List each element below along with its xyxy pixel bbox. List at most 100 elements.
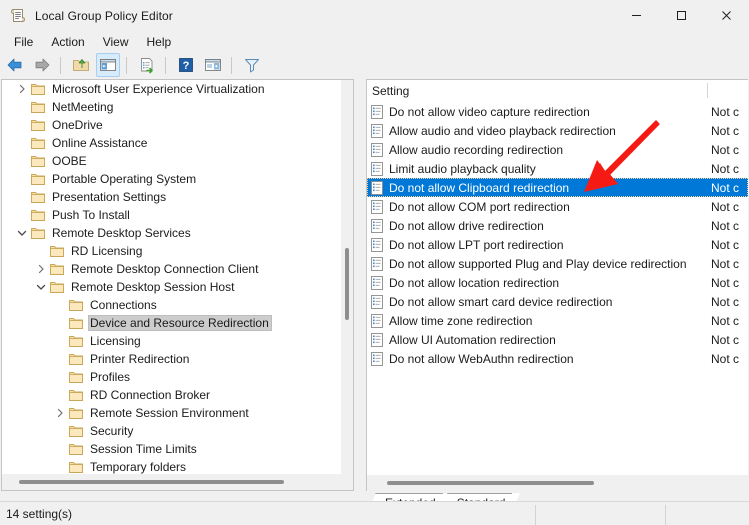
tree-horizontal-scrollbar[interactable] xyxy=(2,474,353,490)
up-folder-icon[interactable] xyxy=(69,53,93,77)
table-row[interactable]: Do not allow WebAuthn redirection Not c xyxy=(367,349,748,368)
tree-item-label: Remote Desktop Services xyxy=(52,226,191,240)
table-row[interactable]: Do not allow Clipboard redirection Not c xyxy=(367,178,748,197)
list-horizontal-scrollbar[interactable] xyxy=(367,475,748,491)
tree-item-licensing[interactable]: Licensing xyxy=(2,332,342,350)
tree-horizontal-scroll-thumb[interactable] xyxy=(19,480,284,484)
policy-setting-icon xyxy=(369,256,385,272)
tree-item-label: OOBE xyxy=(52,154,87,168)
tree-vertical-scroll-thumb[interactable] xyxy=(345,248,349,320)
table-row[interactable]: Do not allow drive redirection Not c xyxy=(367,216,748,235)
folder-icon xyxy=(68,459,84,475)
maximize-button[interactable] xyxy=(659,0,704,31)
tree-vertical-scrollbar[interactable] xyxy=(341,80,353,475)
tree-item-netmeeting[interactable]: NetMeeting xyxy=(2,98,342,116)
toolbar-separator-3 xyxy=(165,56,166,74)
table-row[interactable]: Do not allow video capture redirection No… xyxy=(367,102,748,121)
tree-item-rd-connection-broker[interactable]: RD Connection Broker xyxy=(2,386,342,404)
folder-icon xyxy=(68,387,84,403)
policy-setting-icon xyxy=(369,104,385,120)
minimize-button[interactable] xyxy=(614,0,659,31)
folder-icon xyxy=(68,423,84,439)
tree-item-remote-desktop-session-host[interactable]: Remote Desktop Session Host xyxy=(2,278,342,296)
tree-item-printer-redirection[interactable]: Printer Redirection xyxy=(2,350,342,368)
table-row[interactable]: Do not allow COM port redirection Not c xyxy=(367,197,748,216)
settings-rows[interactable]: Do not allow video capture redirection No… xyxy=(367,102,748,368)
show-hide-console-tree-icon[interactable] xyxy=(96,53,120,77)
folder-icon xyxy=(68,297,84,313)
folder-icon xyxy=(68,315,84,331)
tree-item-session-time-limits[interactable]: Session Time Limits xyxy=(2,440,342,458)
tree-item-security[interactable]: Security xyxy=(2,422,342,440)
table-row[interactable]: Do not allow LPT port redirection Not c xyxy=(367,235,748,254)
list-horizontal-scroll-thumb[interactable] xyxy=(387,481,594,485)
tree-item-oobe[interactable]: OOBE xyxy=(2,152,342,170)
policy-setting-icon xyxy=(369,313,385,329)
tree-item-online-assistance[interactable]: Online Assistance xyxy=(2,134,342,152)
setting-state: Not c xyxy=(711,161,740,176)
tree-item-device-and-resource-redirection[interactable]: Device and Resource Redirection xyxy=(2,314,342,332)
menu-help[interactable]: Help xyxy=(139,33,180,51)
tree-item-onedrive[interactable]: OneDrive xyxy=(2,116,342,134)
title-bar: Local Group Policy Editor xyxy=(0,0,749,31)
setting-name: Do not allow location redirection xyxy=(389,275,560,290)
policy-scroll-icon xyxy=(9,7,27,25)
folder-icon xyxy=(30,135,46,151)
tree-item-rd-licensing[interactable]: RD Licensing xyxy=(2,242,342,260)
tree-item-push-to-install[interactable]: Push To Install xyxy=(2,206,342,224)
export-list-icon[interactable] xyxy=(135,53,159,77)
folder-icon xyxy=(30,99,46,115)
chevron-right-icon[interactable] xyxy=(14,81,30,97)
tree-item-remote-session-environment[interactable]: Remote Session Environment xyxy=(2,404,342,422)
show-action-pane-icon[interactable] xyxy=(201,53,225,77)
back-arrow-icon[interactable] xyxy=(3,53,27,77)
table-row[interactable]: Limit audio playback quality Not c xyxy=(367,159,748,178)
tree-item-label: Security xyxy=(90,424,134,438)
menu-action[interactable]: Action xyxy=(43,33,92,51)
table-row[interactable]: Do not allow location redirection Not c xyxy=(367,273,748,292)
table-row[interactable]: Allow audio and video playback redirecti… xyxy=(367,121,748,140)
chevron-down-icon[interactable] xyxy=(33,279,49,295)
chevron-right-icon[interactable] xyxy=(52,405,68,421)
policy-setting-icon xyxy=(369,351,385,367)
policy-setting-icon xyxy=(369,142,385,158)
policy-setting-icon xyxy=(369,332,385,348)
tree-item-remote-desktop-services[interactable]: Remote Desktop Services xyxy=(2,224,342,242)
folder-icon xyxy=(49,243,65,259)
close-button[interactable] xyxy=(704,0,749,31)
menu-file[interactable]: File xyxy=(6,33,41,51)
tree-item-presentation-settings[interactable]: Presentation Settings xyxy=(2,188,342,206)
column-divider[interactable] xyxy=(707,83,708,98)
tree-item-portable-operating-system[interactable]: Portable Operating System xyxy=(2,170,342,188)
tree-item-profiles[interactable]: Profiles xyxy=(2,368,342,386)
setting-state: Not c xyxy=(711,351,740,366)
filter-icon[interactable] xyxy=(240,53,264,77)
tree-item-temporary-folders[interactable]: Temporary folders xyxy=(2,458,342,475)
chevron-right-icon[interactable] xyxy=(33,261,49,277)
column-header-setting[interactable]: Setting xyxy=(367,84,409,98)
tree-item-label: Remote Desktop Connection Client xyxy=(71,262,259,276)
tree-item-label: Profiles xyxy=(90,370,131,384)
table-row[interactable]: Allow time zone redirection Not c xyxy=(367,311,748,330)
tree-item-microsoft-user-experience-virtualization[interactable]: Microsoft User Experience Virtualization xyxy=(2,80,342,98)
forward-arrow-icon[interactable] xyxy=(30,53,54,77)
setting-name: Do not allow video capture redirection xyxy=(389,104,590,119)
menu-view[interactable]: View xyxy=(95,33,137,51)
chevron-down-icon[interactable] xyxy=(14,225,30,241)
tree-item-label: Remote Desktop Session Host xyxy=(71,280,235,294)
table-row[interactable]: Do not allow smart card device redirecti… xyxy=(367,292,748,311)
table-row[interactable]: Allow audio recording redirection Not c xyxy=(367,140,748,159)
tree-item-remote-desktop-connection-client[interactable]: Remote Desktop Connection Client xyxy=(2,260,342,278)
help-icon[interactable]: ? xyxy=(174,53,198,77)
tree-item-connections[interactable]: Connections xyxy=(2,296,342,314)
setting-name: Do not allow smart card device redirecti… xyxy=(389,294,613,309)
table-row[interactable]: Do not allow supported Plug and Play dev… xyxy=(367,254,748,273)
policy-tree[interactable]: Microsoft User Experience Virtualization… xyxy=(2,80,342,475)
table-row[interactable]: Allow UI Automation redirection Not c xyxy=(367,330,748,349)
tree-item-label: Connections xyxy=(90,298,157,312)
